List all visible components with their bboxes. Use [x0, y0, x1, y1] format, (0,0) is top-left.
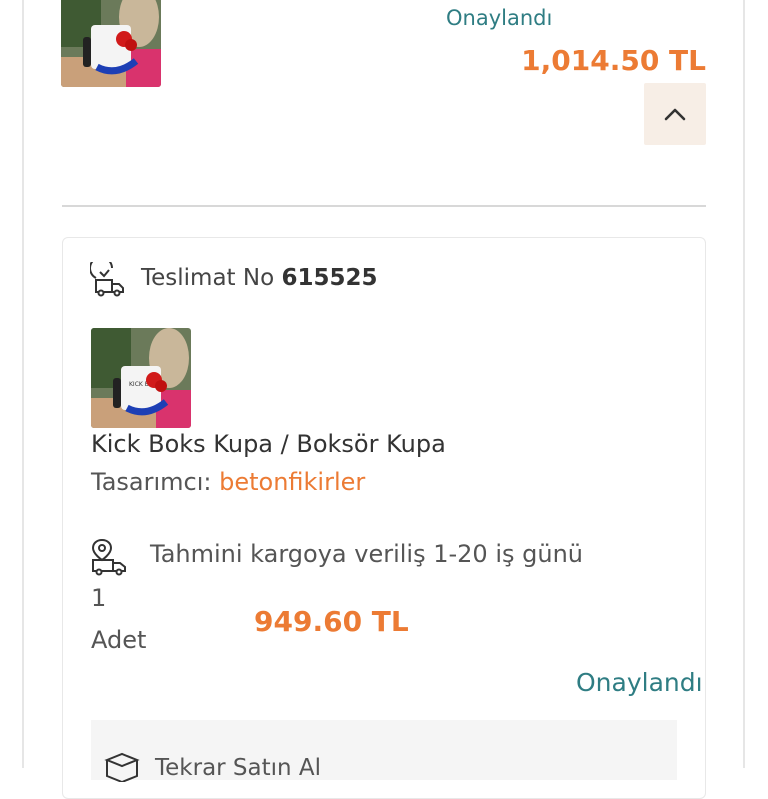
product-name[interactable]: Kick Boks Kupa / Boksör Kupa [91, 430, 446, 458]
quantity-value: 1 [91, 584, 107, 612]
previous-product-image[interactable] [61, 0, 161, 87]
section-divider [62, 205, 706, 207]
quantity-unit: Adet [91, 626, 147, 654]
delivery-number-value: 615525 [281, 265, 378, 291]
previous-order-total: 1,014.50 TL [521, 44, 706, 77]
frame-border-right [743, 0, 745, 768]
rebuy-label[interactable]: Tekrar Satın Al [155, 755, 321, 781]
item-status: Onaylandı [576, 668, 703, 697]
delivery-label-text: Teslimat No [141, 265, 275, 291]
frame-border-left [22, 0, 24, 768]
delivery-truck-icon [90, 262, 124, 297]
order-card [62, 237, 706, 799]
designer-line: Tasarımcı: betonfikirler [91, 468, 365, 496]
delivery-number: Teslimat No 615525 [141, 265, 378, 291]
designer-label: Tasarımcı: [91, 468, 212, 496]
shipping-location-icon [91, 538, 126, 576]
chevron-up-icon [664, 108, 686, 121]
box-icon [104, 752, 140, 782]
item-price: 949.60 TL [254, 605, 409, 638]
shipping-estimate: Tahmini kargoya veriliş 1-20 iş günü [150, 540, 583, 568]
collapse-button[interactable] [644, 83, 706, 145]
previous-order-status: Onaylandı [446, 6, 553, 30]
designer-link[interactable]: betonfikirler [219, 468, 365, 496]
product-image[interactable]: KICK BOKS [91, 328, 191, 428]
